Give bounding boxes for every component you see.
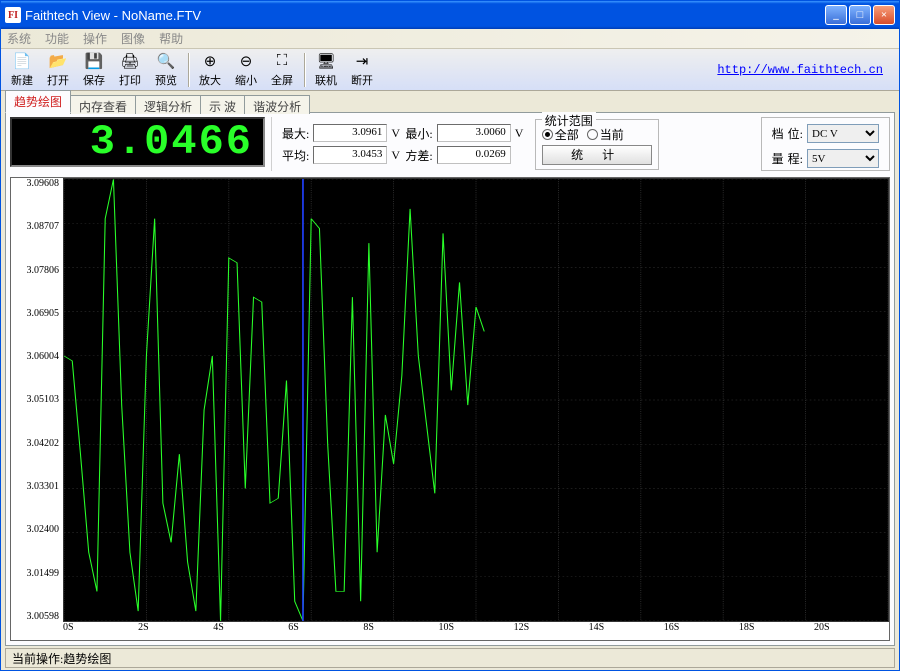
zoomout-icon: ⊖ bbox=[236, 51, 256, 71]
tab-memory[interactable]: 内存查看 bbox=[70, 95, 136, 114]
close-button[interactable]: × bbox=[873, 5, 895, 25]
menu-image[interactable]: 图像 bbox=[121, 30, 145, 47]
menubar: 系统 功能 操作 图像 帮助 bbox=[1, 29, 899, 49]
zoomout-button[interactable]: ⊖缩小 bbox=[229, 51, 263, 89]
menu-system[interactable]: 系统 bbox=[7, 30, 31, 47]
maximize-button[interactable]: □ bbox=[849, 5, 871, 25]
tab-harmonic[interactable]: 谐波分析 bbox=[244, 95, 310, 114]
y-axis: 3.096083.087073.078063.069053.060043.051… bbox=[11, 178, 63, 640]
connect-icon: 🖥 bbox=[316, 51, 336, 71]
min-value: 3.0060 bbox=[437, 124, 511, 142]
app-icon: FI bbox=[5, 7, 21, 23]
tab-scope[interactable]: 示 波 bbox=[200, 95, 245, 114]
disconnect-button[interactable]: ⇥断开 bbox=[345, 51, 379, 89]
calc-stat-button[interactable]: 统 计 bbox=[542, 145, 652, 165]
avg-value: 3.0453 bbox=[313, 146, 387, 164]
window-title: Faithtech View - NoName.FTV bbox=[25, 8, 825, 23]
preview-icon: 🔍 bbox=[156, 51, 176, 71]
radio-icon bbox=[542, 129, 553, 140]
plot-area[interactable] bbox=[63, 178, 889, 622]
status-label: 当前操作: bbox=[12, 650, 63, 667]
avg-label: 平均: bbox=[282, 147, 309, 164]
range-select[interactable]: 5V bbox=[807, 149, 879, 168]
tab-trend[interactable]: 趋势绘图 bbox=[5, 90, 71, 113]
connect-button[interactable]: 🖥联机 bbox=[309, 51, 343, 89]
save-button[interactable]: 💾保存 bbox=[77, 51, 111, 89]
open-button[interactable]: 📂打开 bbox=[41, 51, 75, 89]
x-axis: 0S2S4S6S8S10S12S14S16S18S20S bbox=[63, 622, 889, 640]
preview-button[interactable]: 🔍预览 bbox=[149, 51, 183, 89]
website-link[interactable]: http://www.faithtech.cn bbox=[717, 63, 883, 77]
zoomin-icon: ⊕ bbox=[200, 51, 220, 71]
status-value: 趋势绘图 bbox=[63, 650, 111, 667]
fullscreen-icon: ⛶ bbox=[272, 51, 292, 71]
chart: 3.096083.087073.078063.069053.060043.051… bbox=[10, 177, 890, 641]
print-button[interactable]: 🖨打印 bbox=[113, 51, 147, 89]
var-value: 0.0269 bbox=[437, 146, 511, 164]
position-select[interactable]: DC V bbox=[807, 124, 879, 143]
open-icon: 📂 bbox=[48, 51, 68, 71]
toolbar: 📄新建 📂打开 💾保存 🖨打印 🔍预览 ⊕放大 ⊖缩小 ⛶全屏 🖥联机 ⇥断开 … bbox=[1, 49, 899, 91]
max-label: 最大: bbox=[282, 125, 309, 142]
new-icon: 📄 bbox=[12, 51, 32, 71]
stat-range-fieldset: 统计范围 全部 当前 统 计 bbox=[535, 119, 659, 170]
radio-icon bbox=[587, 129, 598, 140]
new-button[interactable]: 📄新建 bbox=[5, 51, 39, 89]
lcd-display: 3.0466 bbox=[10, 117, 265, 167]
minimize-button[interactable]: _ bbox=[825, 5, 847, 25]
menu-function[interactable]: 功能 bbox=[45, 30, 69, 47]
status-bar: 当前操作: 趋势绘图 bbox=[5, 648, 895, 668]
save-icon: 💾 bbox=[84, 51, 104, 71]
min-label: 最小: bbox=[405, 125, 432, 142]
tab-page: 3.0466 最大: 3.0961 V 最小: 3.0060 V 平均: 3.0… bbox=[5, 112, 895, 646]
titlebar: FI Faithtech View - NoName.FTV _ □ × bbox=[1, 1, 899, 29]
range-block: 档 位: DC V 量 程: 5V bbox=[761, 117, 890, 171]
menu-operate[interactable]: 操作 bbox=[83, 30, 107, 47]
print-icon: 🖨 bbox=[120, 51, 140, 71]
tab-bar: 趋势绘图 内存查看 逻辑分析 示 波 谐波分析 bbox=[1, 91, 899, 112]
tab-logic[interactable]: 逻辑分析 bbox=[135, 95, 201, 114]
max-value: 3.0961 bbox=[313, 124, 387, 142]
disconnect-icon: ⇥ bbox=[352, 51, 372, 71]
var-label: 方差: bbox=[405, 147, 432, 164]
zoomin-button[interactable]: ⊕放大 bbox=[193, 51, 227, 89]
fullscreen-button[interactable]: ⛶全屏 bbox=[265, 51, 299, 89]
menu-help[interactable]: 帮助 bbox=[159, 30, 183, 47]
